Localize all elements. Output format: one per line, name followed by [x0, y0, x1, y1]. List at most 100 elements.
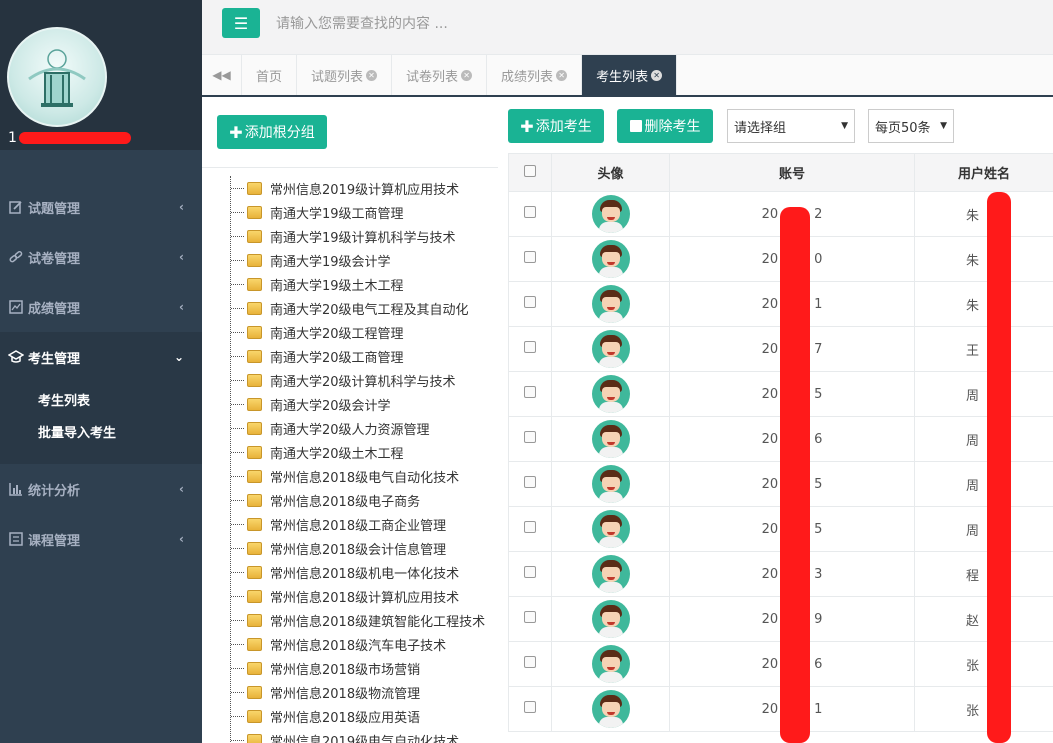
row-checkbox[interactable] — [524, 521, 536, 533]
tab-label: 首页 — [256, 69, 283, 85]
tree-node[interactable]: 南通大学20级人力资源管理 — [231, 416, 498, 440]
tab-question-list[interactable]: 试题列表 ✕ — [297, 55, 393, 95]
tree-node[interactable]: 南通大学19级会计学 — [231, 248, 498, 272]
add-root-group-button[interactable]: ✚ 添加根分组 — [217, 115, 327, 149]
tab-exam-list[interactable]: 试卷列表 ✕ — [392, 55, 488, 95]
row-checkbox[interactable] — [524, 431, 536, 443]
name-first: 王 — [965, 343, 979, 359]
tree-node[interactable]: 南通大学20级工程管理 — [231, 320, 498, 344]
folder-icon — [247, 253, 262, 267]
caret-down-icon: ▼ — [841, 121, 848, 131]
chart-box-icon — [8, 299, 24, 315]
tab-scroll-left-button[interactable]: ◀◀ — [202, 55, 242, 95]
account-prefix: 20 — [761, 521, 779, 537]
avatar-cell — [551, 506, 670, 552]
row-checkbox[interactable] — [524, 656, 536, 668]
close-icon[interactable]: ✕ — [651, 69, 663, 81]
link-icon — [8, 249, 24, 265]
tree-node[interactable]: 常州信息2018级机电一体化技术 — [231, 560, 498, 584]
student-avatar — [591, 555, 630, 593]
menu-toggle-button[interactable]: ☰ — [222, 8, 260, 38]
close-icon[interactable]: ✕ — [556, 69, 568, 81]
row-checkbox[interactable] — [524, 251, 536, 263]
select-value: 请选择组 — [734, 120, 787, 136]
sidebar-item-label: 统计分析 — [28, 483, 81, 499]
avatar-cell — [551, 371, 670, 417]
tree-node[interactable]: 南通大学19级土木工程 — [231, 272, 498, 296]
tab-home[interactable]: 首页 — [242, 55, 298, 95]
tree-node[interactable]: 常州信息2019级电气自动化技术 — [231, 728, 498, 743]
tab-student-list[interactable]: 考生列表 ✕ — [582, 55, 678, 95]
column-header-account[interactable]: 账号 — [669, 153, 915, 192]
tree-node[interactable]: 常州信息2018级建筑智能化工程技术 — [231, 608, 498, 632]
tree-node[interactable]: 常州信息2018级计算机应用技术 — [231, 584, 498, 608]
sidebar-item-course-management[interactable]: 课程管理 ‹ — [0, 514, 202, 564]
tree-node[interactable]: 常州信息2019级计算机应用技术 — [231, 176, 498, 200]
tree-node-label: 常州信息2019级计算机应用技术 — [270, 182, 460, 198]
tree-node[interactable]: 南通大学20级工商管理 — [231, 344, 498, 368]
delete-student-button[interactable]: 删除考生 — [617, 109, 713, 143]
name-cell: 朱燕 — [914, 281, 1053, 327]
select-all-checkbox[interactable] — [524, 164, 536, 177]
tree-node[interactable]: 南通大学20级会计学 — [231, 392, 498, 416]
row-checkbox[interactable] — [524, 566, 536, 578]
row-checkbox[interactable] — [524, 296, 536, 308]
sidebar: 1 试题管理 ‹ 试卷管理 ‹ 成绩管理 ‹ 考生管理 ⌄ 考生列表 批量导入考… — [0, 0, 202, 743]
add-student-button[interactable]: ✚ 添加考生 — [508, 109, 604, 143]
column-header-name[interactable]: 用户姓名 — [914, 153, 1053, 192]
name-first: 张 — [965, 658, 979, 674]
group-select[interactable]: 请选择组 ▼ — [727, 109, 855, 143]
student-avatar — [591, 285, 630, 323]
student-avatar — [591, 195, 630, 233]
row-checkbox[interactable] — [524, 341, 536, 353]
row-checkbox[interactable] — [524, 206, 536, 218]
tree-node[interactable]: 常州信息2018级工商企业管理 — [231, 512, 498, 536]
row-select-cell — [508, 236, 552, 282]
profile-avatar[interactable] — [7, 27, 107, 127]
name-first: 朱 — [965, 298, 979, 314]
tab-score-list[interactable]: 成绩列表 ✕ — [487, 55, 583, 95]
folder-icon — [247, 493, 262, 507]
sidebar-item-score-management[interactable]: 成绩管理 ‹ — [0, 282, 202, 332]
tree-node-label: 南通大学19级土木工程 — [270, 278, 404, 294]
folder-icon — [247, 301, 262, 315]
folder-icon — [247, 277, 262, 291]
tree-node[interactable]: 南通大学20级电气工程及其自动化 — [231, 296, 498, 320]
row-checkbox[interactable] — [524, 611, 536, 623]
sidebar-item-question-management[interactable]: 试题管理 ‹ — [0, 182, 202, 232]
tree-node[interactable]: 南通大学20级土木工程 — [231, 440, 498, 464]
tree-node[interactable]: 常州信息2018级汽车电子技术 — [231, 632, 498, 656]
folder-icon — [247, 445, 262, 459]
close-icon[interactable]: ✕ — [366, 69, 378, 81]
close-icon[interactable]: ✕ — [461, 69, 473, 81]
account-redaction — [780, 207, 810, 743]
page-size-select[interactable]: 每页50条 ▼ — [868, 109, 954, 143]
tree-node[interactable]: 常州信息2018级市场营销 — [231, 656, 498, 680]
tree-node[interactable]: 常州信息2018级电子商务 — [231, 488, 498, 512]
tree-node[interactable]: 常州信息2018级应用英语 — [231, 704, 498, 728]
row-checkbox[interactable] — [524, 386, 536, 398]
search-input[interactable] — [268, 8, 668, 40]
username[interactable]: 1 — [8, 128, 131, 148]
tree-node[interactable]: 南通大学19级计算机科学与技术 — [231, 224, 498, 248]
account-prefix: 20 — [761, 386, 779, 402]
sidebar-item-exam-management[interactable]: 试卷管理 ‹ — [0, 232, 202, 282]
submenu-item-batch-import[interactable]: 批量导入考生 — [0, 418, 202, 450]
tree-node[interactable]: 南通大学20级计算机科学与技术 — [231, 368, 498, 392]
tree-node[interactable]: 南通大学19级工商管理 — [231, 200, 498, 224]
tree-node[interactable]: 常州信息2018级电气自动化技术 — [231, 464, 498, 488]
avatar-cell — [551, 461, 670, 507]
name-first: 程 — [965, 568, 979, 584]
submenu-item-student-list[interactable]: 考生列表 — [0, 386, 202, 418]
sidebar-item-student-management[interactable]: 考生管理 ⌄ — [0, 332, 202, 382]
folder-icon — [247, 661, 262, 675]
tree-node-label: 常州信息2018级机电一体化技术 — [270, 566, 460, 582]
row-checkbox[interactable] — [524, 476, 536, 488]
tree-node[interactable]: 常州信息2018级物流管理 — [231, 680, 498, 704]
tree-node[interactable]: 常州信息2018级会计信息管理 — [231, 536, 498, 560]
column-header-avatar[interactable]: 头像 — [551, 153, 670, 192]
account-suffix: 1 — [814, 701, 823, 717]
folder-icon — [247, 181, 262, 195]
row-checkbox[interactable] — [524, 701, 536, 713]
sidebar-item-statistics[interactable]: 统计分析 ‹ — [0, 464, 202, 514]
